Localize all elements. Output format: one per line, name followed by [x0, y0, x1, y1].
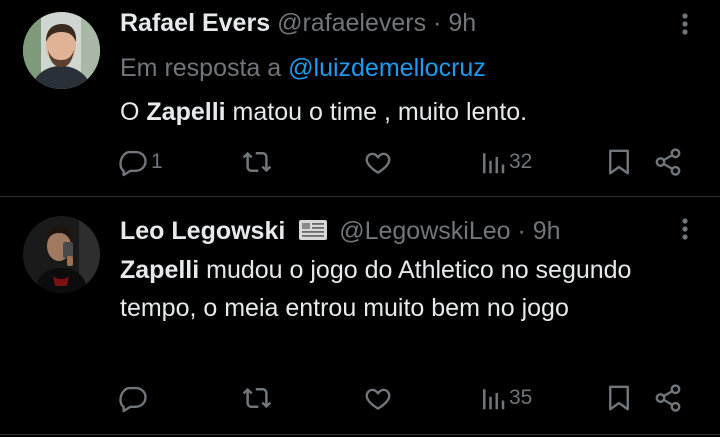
view-count: 35 — [509, 386, 533, 409]
timestamp[interactable]: 9h — [448, 9, 476, 37]
handle[interactable]: @rafaelevers — [277, 9, 426, 37]
tweet[interactable]: Leo Legowski @LegowskiLeo · 9h Zapelli m… — [0, 197, 720, 437]
tweet[interactable]: Rafael Evers @rafaelevers · 9h Em respos… — [0, 0, 720, 196]
action-bar: 1 32 — [118, 146, 698, 178]
text-after: matou o time , muito lento. — [225, 98, 528, 126]
retweet-button[interactable] — [242, 382, 275, 414]
views-button[interactable]: 35 — [480, 382, 532, 414]
reply-icon — [118, 147, 148, 177]
reply-count: 1 — [151, 150, 163, 173]
bookmark-icon — [604, 383, 634, 413]
share-button[interactable] — [653, 146, 683, 178]
share-icon — [653, 383, 683, 413]
share-icon — [653, 147, 683, 177]
avatar[interactable] — [23, 216, 100, 293]
handle[interactable]: @LegowskiLeo — [339, 217, 510, 245]
tweet-divider — [0, 434, 720, 435]
views-button[interactable]: 32 — [480, 146, 532, 178]
bookmark-icon — [604, 147, 634, 177]
share-button[interactable] — [653, 382, 683, 414]
tweet-text: Zapelli mudou o jogo do Athletico no seg… — [120, 251, 700, 327]
like-button[interactable] — [363, 146, 396, 178]
tweet-text: O Zapelli matou o time , muito lento. — [120, 93, 700, 131]
text-bold: Zapelli — [120, 256, 200, 284]
bookmark-button[interactable] — [604, 382, 634, 414]
bookmark-button[interactable] — [604, 146, 634, 178]
tweet-header: Rafael Evers @rafaelevers · 9h — [120, 6, 660, 40]
reply-button[interactable] — [118, 382, 151, 414]
more-icon — [682, 217, 688, 246]
views-icon — [480, 383, 506, 413]
timestamp[interactable]: 9h — [533, 217, 561, 245]
text-before: O — [120, 98, 147, 126]
reply-context: Em resposta a @luizdemellocruz — [120, 51, 486, 85]
more-icon — [682, 12, 688, 41]
text-bold: Zapelli — [146, 98, 226, 126]
reply-prefix: Em resposta a — [120, 54, 282, 82]
avatar[interactable] — [23, 12, 100, 89]
heart-icon — [363, 383, 393, 413]
more-button[interactable] — [672, 214, 698, 248]
more-button[interactable] — [672, 9, 698, 43]
retweet-button[interactable] — [242, 146, 275, 178]
reply-mention-link[interactable]: @luizdemellocruz — [288, 54, 486, 82]
action-bar: 35 — [118, 382, 698, 414]
retweet-icon — [242, 147, 272, 177]
tweet-header: Leo Legowski @LegowskiLeo · 9h — [120, 214, 660, 248]
newspaper-icon — [298, 217, 328, 251]
separator: · — [517, 217, 526, 245]
separator: · — [433, 9, 442, 37]
retweet-icon — [242, 383, 272, 413]
views-icon — [480, 147, 506, 177]
display-name[interactable]: Rafael Evers — [120, 9, 270, 37]
heart-icon — [363, 147, 393, 177]
reply-button[interactable]: 1 — [118, 146, 163, 178]
like-button[interactable] — [363, 382, 396, 414]
reply-icon — [118, 383, 148, 413]
display-name[interactable]: Leo Legowski — [120, 217, 285, 245]
view-count: 32 — [509, 150, 533, 173]
